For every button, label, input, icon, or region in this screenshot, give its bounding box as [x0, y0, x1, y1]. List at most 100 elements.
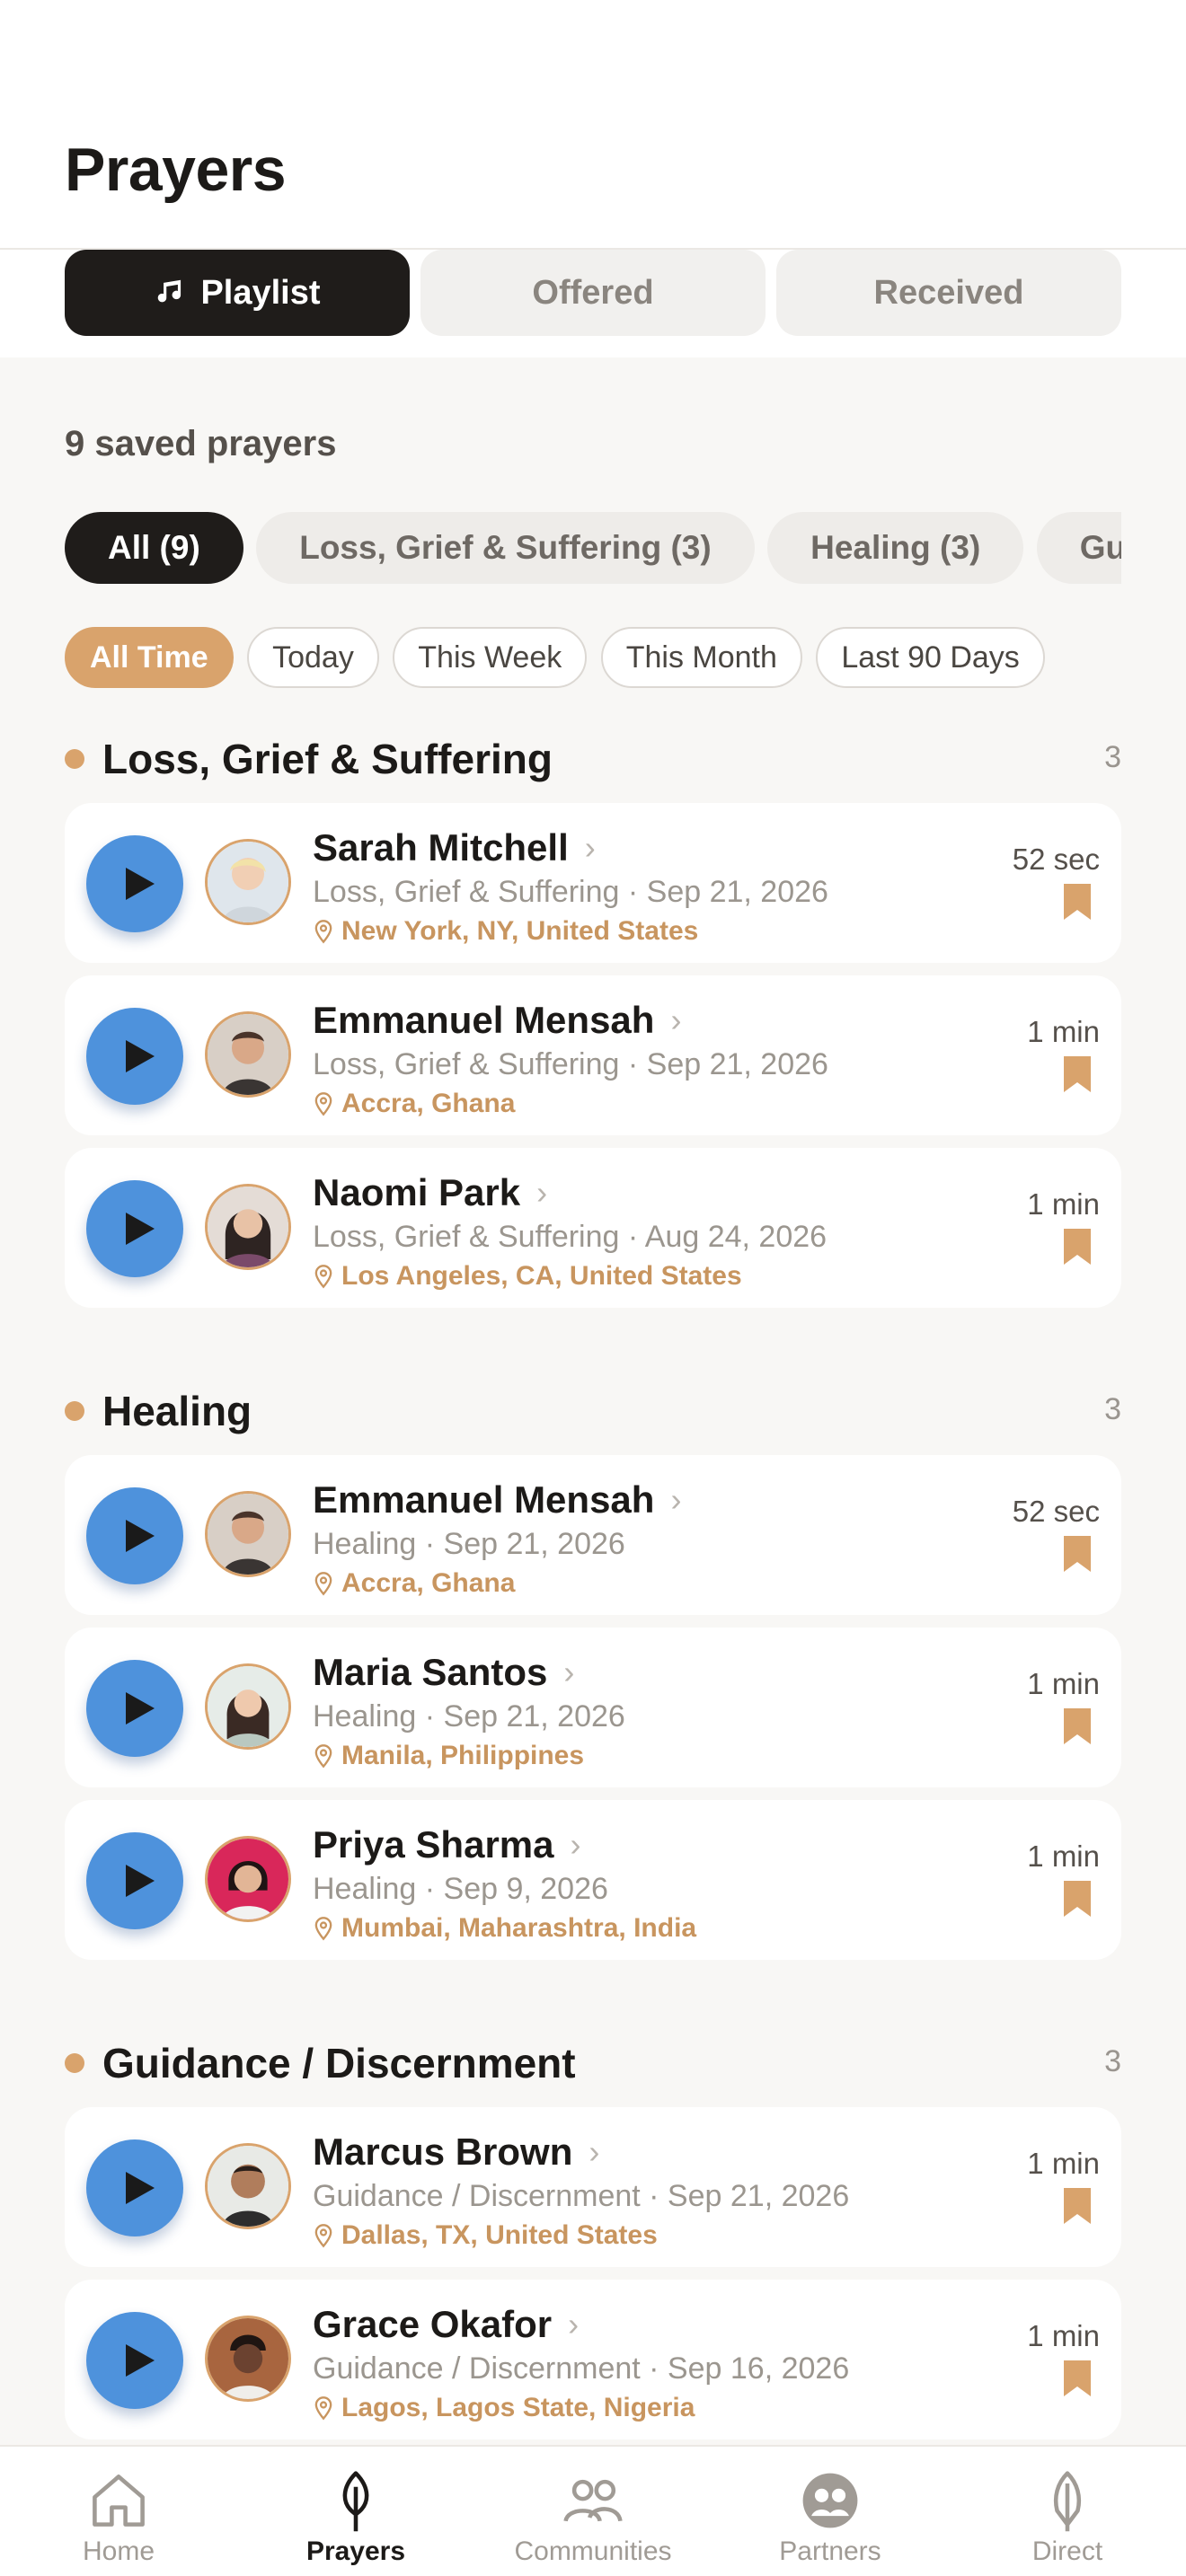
section-title: Loss, Grief & Suffering — [102, 736, 553, 782]
avatar — [205, 1836, 291, 1922]
prayer-author[interactable]: Maria Santos › — [313, 1651, 574, 1694]
location-pin-icon — [314, 1917, 332, 1941]
bookmark-icon[interactable] — [1062, 2359, 1093, 2398]
location-text: Los Angeles, CA, United States — [341, 1261, 742, 1291]
avatar — [205, 839, 291, 925]
prayer-location: Manila, Philippines — [313, 1741, 584, 1771]
prayer-author[interactable]: Sarah Mitchell › — [313, 826, 596, 869]
time-filter-last-90-days[interactable]: Last 90 Days — [816, 627, 1045, 688]
play-button[interactable] — [86, 1008, 183, 1105]
duration: 1 min — [1027, 2147, 1100, 2180]
prayer-author[interactable]: Emmanuel Mensah › — [313, 1478, 681, 1522]
prayer-author[interactable]: Naomi Park › — [313, 1171, 547, 1214]
prayer-card[interactable]: Marcus Brown › Guidance / Discernment · S… — [65, 2107, 1121, 2267]
nav-prayers[interactable]: Prayers — [237, 2466, 474, 2567]
bookmark-icon[interactable] — [1062, 1707, 1093, 1746]
location-pin-icon — [314, 920, 332, 944]
play-button[interactable] — [86, 2312, 183, 2409]
prayer-card[interactable]: Sarah Mitchell › Loss, Grief & Suffering … — [65, 803, 1121, 963]
play-icon — [126, 1040, 155, 1072]
prayer-card[interactable]: Emmanuel Mensah › Loss, Grief & Suffering… — [65, 975, 1121, 1135]
duration: 52 sec — [1012, 1495, 1100, 1528]
prayer-location: Dallas, TX, United States — [313, 2220, 658, 2251]
play-icon — [126, 1520, 155, 1552]
prayer-meta: Healing · Sep 21, 2026 — [313, 1699, 625, 1734]
time-filter-all-time[interactable]: All Time — [65, 627, 234, 688]
bookmark-icon[interactable] — [1062, 2186, 1093, 2226]
tab-playlist[interactable]: Playlist — [65, 250, 410, 336]
play-button[interactable] — [86, 1660, 183, 1757]
chevron-right-icon: › — [670, 1481, 682, 1518]
bookmark-icon[interactable] — [1062, 1227, 1093, 1266]
prayer-author[interactable]: Marcus Brown › — [313, 2130, 599, 2174]
nav-partners-label: Partners — [779, 2536, 881, 2566]
chip-all[interactable]: All (9) — [65, 512, 243, 584]
prayer-location: Accra, Ghana — [313, 1568, 515, 1599]
section-header: Healing 3 — [65, 1380, 1121, 1442]
play-button[interactable] — [86, 1832, 183, 1929]
prayer-location: Accra, Ghana — [313, 1089, 515, 1119]
play-icon — [126, 2344, 155, 2377]
partners-icon — [802, 2473, 858, 2528]
time-filter-this-week[interactable]: This Week — [393, 627, 588, 688]
section-guidance: Guidance / Discernment 3 Marcus Brown › G… — [65, 2032, 1121, 2439]
time-filter-today[interactable]: Today — [247, 627, 379, 688]
section-title: Healing — [102, 1388, 252, 1434]
duration: 1 min — [1027, 1187, 1100, 1221]
chip-healing[interactable]: Healing (3) — [767, 512, 1024, 584]
nav-communities[interactable]: Communities — [474, 2466, 712, 2567]
segment-tabs: Playlist Offered Received — [0, 250, 1186, 357]
prayer-author[interactable]: Grace Okafor › — [313, 2303, 579, 2346]
chip-loss-grief[interactable]: Loss, Grief & Suffering (3) — [256, 512, 755, 584]
play-button[interactable] — [86, 2139, 183, 2236]
bookmark-icon[interactable] — [1062, 1054, 1093, 1094]
prayer-meta: Loss, Grief & Suffering · Aug 24, 2026 — [313, 1220, 828, 1254]
tab-offered[interactable]: Offered — [420, 250, 766, 336]
prayer-card[interactable]: Naomi Park › Loss, Grief & Suffering · Au… — [65, 1148, 1121, 1308]
duration: 1 min — [1027, 1015, 1100, 1048]
location-text: Dallas, TX, United States — [341, 2220, 658, 2250]
duration: 1 min — [1027, 1839, 1100, 1873]
time-filter-this-month[interactable]: This Month — [600, 627, 802, 688]
category-filter-row: All (9) Loss, Grief & Suffering (3) Heal… — [65, 512, 1121, 586]
location-pin-icon — [314, 2224, 332, 2248]
nav-partners[interactable]: Partners — [712, 2466, 949, 2567]
play-button[interactable] — [86, 1487, 183, 1584]
chip-guidance[interactable]: Guidance / Discernment (3) — [1036, 512, 1121, 584]
section-dot — [65, 749, 84, 769]
play-icon — [126, 2172, 155, 2204]
location-text: Mumbai, Maharashtra, India — [341, 1913, 697, 1943]
play-button[interactable] — [86, 1180, 183, 1277]
author-name: Grace Okafor — [313, 2303, 553, 2345]
prayer-author[interactable]: Emmanuel Mensah › — [313, 999, 681, 1042]
prayer-meta: Guidance / Discernment · Sep 21, 2026 — [313, 2179, 850, 2213]
avatar — [205, 2316, 291, 2402]
prayer-meta: Loss, Grief & Suffering · Sep 21, 2026 — [313, 875, 828, 909]
time-filter-row: All Time Today This Week This Month Last… — [65, 627, 1055, 690]
author-name: Emmanuel Mensah — [313, 999, 655, 1041]
app-header: Prayers — [0, 0, 1186, 250]
tab-offered-label: Offered — [532, 273, 654, 312]
location-pin-icon — [314, 2396, 332, 2421]
play-icon — [126, 1692, 155, 1725]
prayer-author[interactable]: Priya Sharma › — [313, 1823, 581, 1866]
author-name: Marcus Brown — [313, 2130, 573, 2173]
prayer-card[interactable]: Maria Santos › Healing · Sep 21, 2026 Man… — [65, 1628, 1121, 1787]
tab-received[interactable]: Received — [776, 250, 1121, 336]
play-icon — [126, 868, 155, 900]
prayer-meta: Guidance / Discernment · Sep 16, 2026 — [313, 2351, 850, 2386]
section-header: Guidance / Discernment 3 — [65, 2032, 1121, 2095]
author-name: Sarah Mitchell — [313, 826, 569, 869]
bookmark-icon[interactable] — [1062, 1534, 1093, 1574]
avatar — [205, 1491, 291, 1577]
bookmark-icon[interactable] — [1062, 882, 1093, 922]
nav-communities-label: Communities — [514, 2536, 672, 2566]
prayer-card[interactable]: Emmanuel Mensah › Healing · Sep 21, 2026 … — [65, 1455, 1121, 1615]
nav-direct[interactable]: Direct — [949, 2466, 1186, 2567]
prayer-card[interactable]: Grace Okafor › Guidance / Discernment · S… — [65, 2280, 1121, 2439]
nav-direct-label: Direct — [1031, 2536, 1103, 2566]
nav-home[interactable]: Home — [0, 2466, 237, 2567]
play-button[interactable] — [86, 835, 183, 932]
prayer-card[interactable]: Priya Sharma › Healing · Sep 9, 2026 Mumb… — [65, 1800, 1121, 1960]
bookmark-icon[interactable] — [1062, 1879, 1093, 1919]
